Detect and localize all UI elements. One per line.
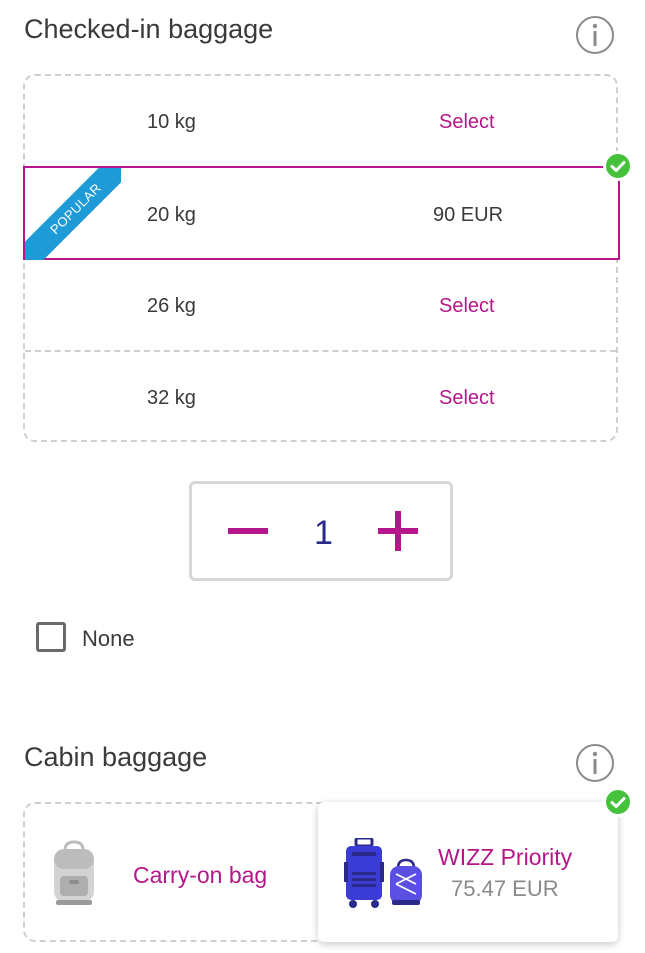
carry-on-option[interactable]: Carry-on bag (23, 802, 323, 942)
priority-name: WIZZ Priority (438, 844, 573, 870)
select-button[interactable]: Select (439, 387, 495, 410)
quantity-value: 1 (314, 514, 333, 552)
option-weight: 32 kg (147, 387, 196, 409)
luggage-icon (344, 838, 422, 908)
baggage-option-32kg[interactable]: 32 kg Select (25, 352, 616, 444)
backpack-icon (54, 840, 94, 905)
option-price: 90 EUR (433, 204, 504, 226)
quantity-stepper: 1 (189, 481, 453, 581)
wizz-priority-option[interactable]: WIZZ Priority 75.47 EUR (318, 802, 618, 942)
none-label: None (82, 626, 135, 651)
baggage-option-20kg-selected[interactable]: POPULAR 20 kg 90 EUR (23, 166, 620, 260)
option-weight: 20 kg (147, 204, 196, 226)
plus-icon-vertical[interactable] (395, 511, 401, 551)
checked-baggage-options: 10 kg Select 26 kg Select 32 kg Select P… (23, 74, 620, 444)
option-weight: 10 kg (147, 111, 196, 133)
none-checkbox[interactable] (36, 622, 66, 652)
check-icon (603, 787, 633, 817)
option-weight: 26 kg (147, 295, 196, 317)
info-icon[interactable] (575, 15, 615, 55)
priority-price: 75.47 EUR (451, 876, 559, 901)
popular-ribbon: POPULAR (25, 168, 121, 260)
carry-on-label: Carry-on bag (133, 862, 268, 888)
cabin-baggage-title: Cabin baggage (24, 742, 208, 772)
baggage-option-26kg[interactable]: 26 kg Select (25, 260, 616, 352)
info-icon[interactable] (575, 743, 615, 783)
minus-icon[interactable] (228, 528, 268, 534)
select-button[interactable]: Select (439, 295, 495, 318)
select-button[interactable]: Select (439, 111, 495, 134)
baggage-option-10kg[interactable]: 10 kg Select (25, 76, 616, 168)
check-icon (603, 151, 633, 181)
checked-baggage-title: Checked-in baggage (24, 14, 274, 44)
popular-badge: POPULAR (25, 168, 121, 260)
